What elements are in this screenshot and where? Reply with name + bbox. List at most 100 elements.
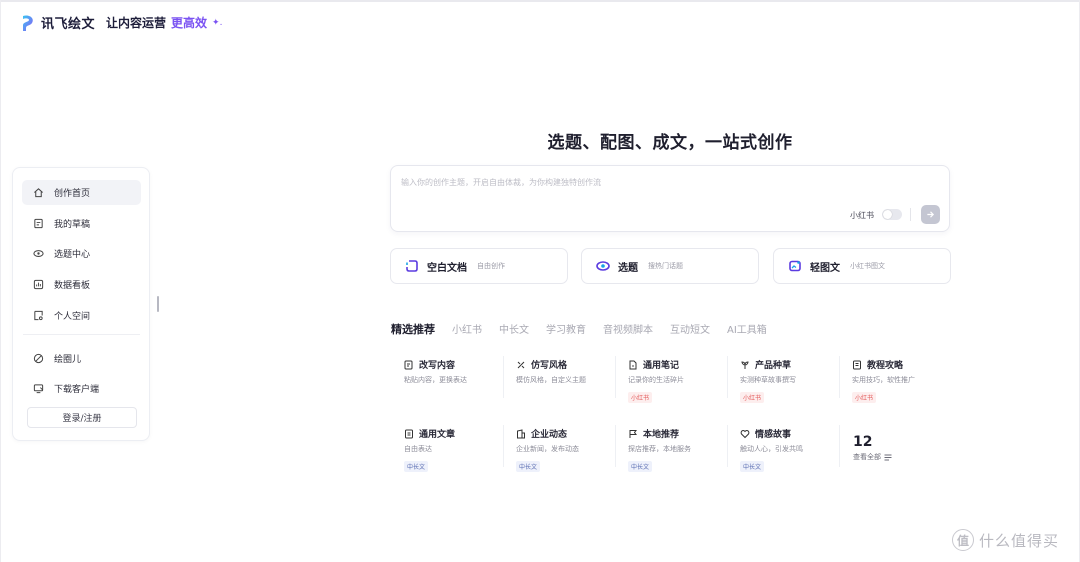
sidebar-item-label: 个人空间: [54, 312, 91, 322]
arrow-right-icon: [927, 211, 935, 218]
sidebar-item-label: 创作首页: [54, 189, 91, 199]
home-icon: [34, 188, 43, 198]
sidebar-divider: [23, 334, 140, 335]
template-card[interactable]: 通用笔记 记录你的生活碎片 小红书: [628, 358, 740, 408]
guide-icon: [853, 360, 861, 369]
building-icon: [517, 428, 525, 438]
template-divider: [727, 356, 728, 398]
template-badge: 中长文: [628, 461, 653, 472]
mode-title: 空白文档: [427, 262, 467, 274]
template-card[interactable]: 产品种草 实测种草故事撰写 小红书: [740, 358, 852, 408]
tab-xiaohongshu[interactable]: 小红书: [452, 321, 482, 336]
tab-ai-toolbox[interactable]: AI工具箱: [727, 321, 767, 336]
brand-slogan: 让内容运营: [106, 16, 167, 30]
template-divider: [615, 425, 616, 467]
template-card[interactable]: 仿写风格 模仿风格，自定义主题: [516, 358, 628, 408]
tab-featured[interactable]: 精选推荐: [391, 321, 435, 337]
brand-slogan-accent: 更高效: [171, 16, 208, 30]
download-icon: [33, 384, 44, 394]
tab-av-script[interactable]: 音视频脚本: [603, 321, 653, 336]
sidebar-item-label: 下载客户端: [54, 385, 100, 395]
template-desc: 自由表达: [404, 445, 432, 453]
sidebar-item-dashboard[interactable]: 数据看板: [22, 272, 141, 297]
template-title: 通用文章: [419, 430, 456, 440]
template-divider: [839, 356, 840, 398]
template-desc: 探店推荐，本地服务: [628, 445, 691, 453]
sidebar: 创作首页 我的草稿 选题中心 数据看板 个人空间 绘圈儿 下载客户端 登录/注册: [12, 167, 150, 441]
top-border: [0, 0, 1080, 2]
template-badge: 中长文: [516, 461, 541, 472]
toggle-knob: [883, 210, 892, 219]
sidebar-item-space[interactable]: 个人空间: [22, 303, 141, 328]
template-title: 教程攻略: [867, 361, 904, 371]
xhs-toggle[interactable]: [882, 209, 902, 220]
template-title: 企业动态: [531, 430, 568, 440]
sprout-icon: [741, 360, 749, 369]
sidebar-item-label: 我的草稿: [54, 220, 91, 230]
template-badge: 小红书: [852, 392, 877, 403]
wand-icon: [517, 361, 525, 368]
login-register-button[interactable]: 登录/注册: [27, 407, 137, 428]
circle-icon: [33, 353, 44, 364]
mode-card-image-text[interactable]: 轻图文 小红书图文: [773, 248, 951, 284]
page-title: 选题、配图、成文，一站式创作: [547, 133, 793, 153]
sparkle-icon: ✦.: [212, 17, 223, 28]
edit-icon: [404, 360, 413, 369]
mode-card-blank-doc[interactable]: 空白文档 自由创作: [390, 248, 568, 284]
template-title: 改写内容: [419, 361, 456, 371]
sidebar-item-home[interactable]: 创作首页: [22, 180, 141, 205]
sidebar-item-drafts[interactable]: 我的草稿: [22, 211, 141, 236]
article-icon: [405, 429, 413, 438]
space-icon: [34, 310, 43, 321]
view-all-link[interactable]: 查看全部: [853, 452, 892, 462]
template-divider: [503, 356, 504, 398]
list-icon: [884, 454, 892, 460]
template-card[interactable]: 情感故事 触动人心，引发共鸣 中长文: [740, 427, 852, 477]
brand-name: 讯飞绘文: [41, 17, 96, 32]
template-desc: 模仿风格，自定义主题: [516, 376, 586, 384]
eye-icon: [33, 250, 44, 257]
template-badge: 中长文: [404, 461, 429, 472]
brand-logo[interactable]: 讯飞绘文 让内容运营 更高效 ✦.: [20, 13, 222, 32]
template-card[interactable]: 本地推荐 探店推荐，本地服务 中长文: [628, 427, 740, 477]
template-desc: 记录你的生活碎片: [628, 376, 684, 384]
watermark-logo: 值: [952, 529, 974, 551]
sidebar-item-download[interactable]: 下载客户端: [22, 376, 141, 401]
prompt-box: 小红书: [390, 165, 950, 232]
image-text-icon: [789, 260, 801, 272]
left-border: [0, 0, 1, 562]
sidebar-collapse-handle[interactable]: [157, 296, 159, 312]
template-card[interactable]: 企业动态 企业新闻，发布动态 中长文: [516, 427, 628, 477]
prompt-divider: [910, 208, 911, 221]
brand-mark-icon: [23, 14, 33, 31]
watermark-text: 什么值得买: [979, 531, 1060, 550]
heart-icon: [740, 429, 750, 438]
chart-icon: [33, 279, 44, 290]
template-card[interactable]: 改写内容 粘贴内容，更换表达: [404, 358, 516, 408]
sidebar-item-topics[interactable]: 选题中心: [22, 241, 141, 266]
template-badge: 中长文: [740, 461, 765, 472]
template-title: 通用笔记: [643, 361, 680, 371]
tab-interactive[interactable]: 互动短文: [670, 321, 710, 336]
prompt-input[interactable]: [401, 175, 921, 189]
template-card[interactable]: 通用文章 自由表达 中长文: [404, 427, 516, 477]
tab-education[interactable]: 学习教育: [546, 321, 586, 336]
xhs-toggle-label: 小红书: [850, 211, 874, 220]
send-button[interactable]: [921, 205, 940, 224]
sidebar-item-label: 绘圈儿: [54, 355, 82, 365]
mode-subtitle: 搜热门话题: [648, 262, 683, 270]
tab-long-article[interactable]: 中长文: [499, 321, 529, 336]
mode-card-topic[interactable]: 选题 搜热门话题: [581, 248, 759, 284]
template-count: 12: [853, 434, 873, 450]
template-badge: 小红书: [740, 392, 765, 403]
template-title: 本地推荐: [643, 430, 680, 440]
template-card[interactable]: 教程攻略 实用技巧，软性推广 小红书: [852, 358, 964, 408]
template-desc: 企业新闻，发布动态: [516, 445, 579, 453]
template-desc: 实测种草故事撰写: [740, 376, 796, 384]
template-desc: 触动人心，引发共鸣: [740, 445, 803, 453]
flag-icon: [629, 429, 637, 438]
sidebar-item-label: 数据看板: [54, 281, 91, 291]
sidebar-item-label: 选题中心: [54, 250, 91, 260]
mode-subtitle: 自由创作: [477, 262, 505, 270]
sidebar-item-circle[interactable]: 绘圈儿: [22, 346, 141, 371]
